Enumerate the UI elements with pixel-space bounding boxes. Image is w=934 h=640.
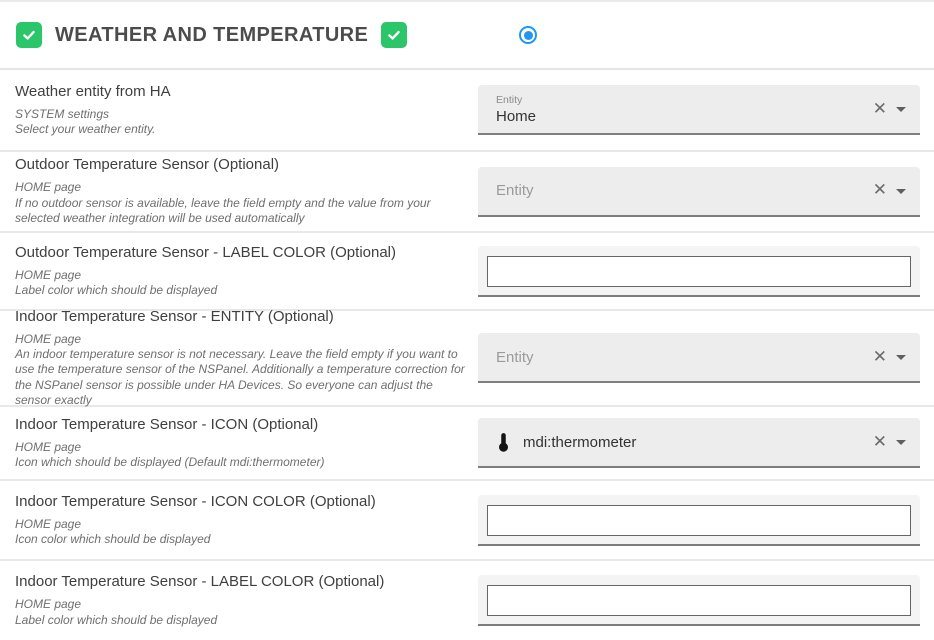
indoor-icon-select[interactable]: mdi:thermometer ✕	[478, 418, 920, 468]
weather-entity-select[interactable]: Entity Home ✕	[478, 85, 920, 135]
setting-description: Select your weather entity.	[15, 122, 466, 137]
checkbox-icon[interactable]	[16, 22, 42, 48]
indoor-icon-color-input[interactable]	[487, 505, 911, 536]
setting-title: Indoor Temperature Sensor - ICON COLOR (…	[15, 493, 466, 510]
select-actions: ✕	[873, 434, 906, 451]
setting-title: Indoor Temperature Sensor - LABEL COLOR …	[15, 573, 466, 590]
text-input-container	[478, 495, 920, 546]
setting-info: Indoor Temperature Sensor - LABEL COLOR …	[0, 573, 478, 628]
setting-title: Outdoor Temperature Sensor (Optional)	[15, 156, 466, 173]
setting-info: Indoor Temperature Sensor - ICON COLOR (…	[0, 493, 478, 548]
clear-icon[interactable]: ✕	[873, 182, 887, 199]
thermometer-icon	[496, 432, 511, 453]
setting-description: An indoor temperature sensor is not nece…	[15, 347, 466, 408]
setting-control: Entity ✕	[478, 167, 920, 217]
setting-row-indoor-icon: Indoor Temperature Sensor - ICON (Option…	[0, 407, 934, 481]
setting-row-outdoor-temp-entity: Outdoor Temperature Sensor (Optional) HO…	[0, 152, 934, 233]
text-input-container	[478, 575, 920, 626]
setting-context: HOME page	[15, 268, 466, 283]
checkbox-icon[interactable]	[381, 22, 407, 48]
chevron-down-icon[interactable]	[896, 189, 906, 194]
select-text: Entity	[496, 349, 873, 366]
setting-description: Label color which should be displayed	[15, 283, 466, 298]
setting-row-indoor-temp-entity: Indoor Temperature Sensor - ENTITY (Opti…	[0, 311, 934, 407]
setting-context: HOME page	[15, 440, 466, 455]
select-value: Home	[496, 108, 873, 125]
setting-title: Indoor Temperature Sensor - ENTITY (Opti…	[15, 308, 466, 325]
clear-icon[interactable]: ✕	[873, 101, 887, 118]
select-floating-label: Entity	[496, 94, 873, 106]
select-text: Entity	[496, 182, 873, 199]
chevron-down-icon[interactable]	[896, 107, 906, 112]
outdoor-label-color-input[interactable]	[487, 256, 911, 287]
setting-info: Outdoor Temperature Sensor (Optional) HO…	[0, 156, 478, 226]
setting-context: HOME page	[15, 180, 466, 195]
clear-icon[interactable]: ✕	[873, 434, 887, 451]
chevron-down-icon[interactable]	[896, 355, 906, 360]
checkmark-icon	[386, 27, 402, 43]
chevron-down-icon[interactable]	[896, 440, 906, 445]
select-actions: ✕	[873, 182, 906, 199]
setting-control: mdi:thermometer ✕	[478, 418, 920, 468]
setting-info: Outdoor Temperature Sensor - LABEL COLOR…	[0, 244, 478, 299]
select-placeholder: Entity	[496, 182, 873, 199]
setting-row-indoor-label-color: Indoor Temperature Sensor - LABEL COLOR …	[0, 561, 934, 640]
setting-context: SYSTEM settings	[15, 107, 466, 122]
checkmark-icon	[21, 27, 37, 43]
setting-control: Entity Home ✕	[478, 85, 920, 135]
setting-info: Indoor Temperature Sensor - ENTITY (Opti…	[0, 308, 478, 409]
section-title: WEATHER AND TEMPERATURE	[55, 24, 368, 47]
text-input-container	[478, 246, 920, 297]
setting-control: Entity ✕	[478, 333, 920, 383]
setting-row-outdoor-label-color: Outdoor Temperature Sensor - LABEL COLOR…	[0, 233, 934, 311]
select-placeholder: Entity	[496, 349, 873, 366]
setting-context: HOME page	[15, 597, 466, 612]
setting-description: Label color which should be displayed	[15, 613, 466, 628]
select-actions: ✕	[873, 349, 906, 366]
radio-button-selected[interactable]	[519, 26, 537, 44]
setting-context: HOME page	[15, 332, 466, 347]
setting-description: Icon color which should be displayed	[15, 532, 466, 547]
setting-row-weather-entity: Weather entity from HA SYSTEM settings S…	[0, 70, 934, 152]
setting-context: HOME page	[15, 517, 466, 532]
select-value: mdi:thermometer	[523, 434, 636, 451]
setting-title: Indoor Temperature Sensor - ICON (Option…	[15, 416, 466, 433]
select-text: mdi:thermometer	[496, 432, 873, 453]
config-page: WEATHER AND TEMPERATURE Weather entity f…	[0, 0, 934, 640]
setting-info: Weather entity from HA SYSTEM settings S…	[0, 83, 478, 138]
setting-description: Icon which should be displayed (Default …	[15, 455, 466, 470]
setting-title: Weather entity from HA	[15, 83, 466, 100]
select-actions: ✕	[873, 101, 906, 118]
setting-row-indoor-icon-color: Indoor Temperature Sensor - ICON COLOR (…	[0, 481, 934, 561]
setting-description: If no outdoor sensor is available, leave…	[15, 196, 466, 227]
setting-info: Indoor Temperature Sensor - ICON (Option…	[0, 416, 478, 471]
section-header: WEATHER AND TEMPERATURE	[0, 2, 934, 70]
select-text: Entity Home	[496, 94, 873, 125]
outdoor-temp-entity-select[interactable]: Entity ✕	[478, 167, 920, 217]
setting-control	[478, 575, 920, 626]
setting-control	[478, 495, 920, 546]
setting-control	[478, 246, 920, 297]
clear-icon[interactable]: ✕	[873, 349, 887, 366]
indoor-temp-entity-select[interactable]: Entity ✕	[478, 333, 920, 383]
indoor-label-color-input[interactable]	[487, 585, 911, 616]
radio-dot	[524, 31, 533, 40]
setting-title: Outdoor Temperature Sensor - LABEL COLOR…	[15, 244, 466, 261]
